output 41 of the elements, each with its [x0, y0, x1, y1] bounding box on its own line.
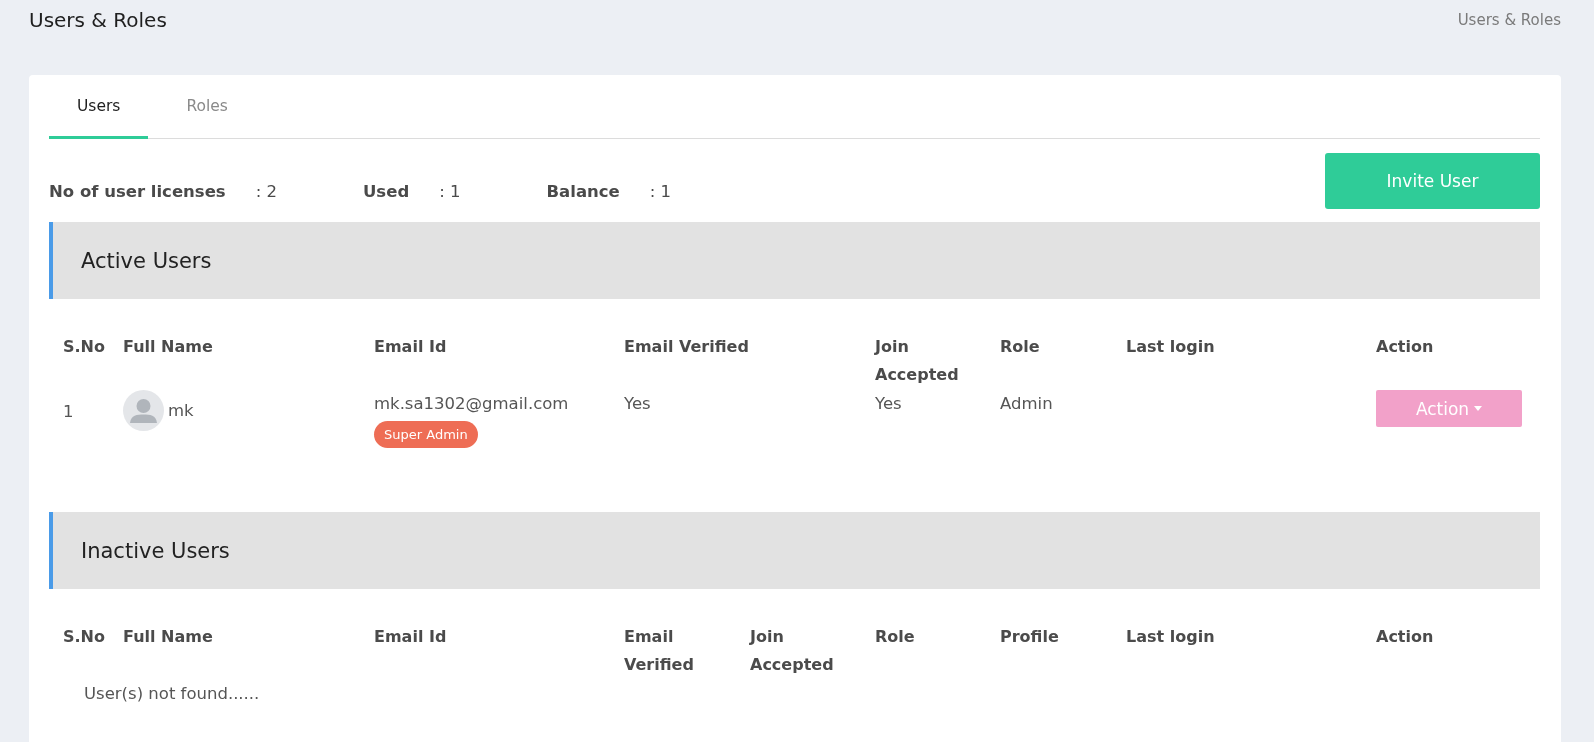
empty-message: User(s) not found...... [84, 684, 260, 703]
column-header: Last login [1125, 336, 1216, 358]
avatar-icon [123, 390, 164, 431]
tab[interactable]: Roles [158, 75, 256, 139]
table-cell-text: Yes [623, 393, 652, 415]
tab[interactable]: Users [49, 75, 149, 139]
column-header: Action [1375, 336, 1435, 358]
section-title: Active Users [81, 248, 212, 273]
table-cell-text: Yes [874, 393, 903, 415]
page-title: Users & Roles [29, 8, 167, 32]
column-header: Last login [1125, 626, 1216, 648]
license-label: Balance [546, 181, 620, 203]
column-header: Full Name [122, 626, 214, 648]
table-cell-text: 1 [62, 401, 75, 423]
column-header: Action [1375, 626, 1435, 648]
role-badge: Super Admin [374, 421, 478, 448]
column-header: Join Accepted [873, 336, 960, 386]
column-header: Email Id [373, 336, 448, 358]
breadcrumb[interactable]: Users & Roles [1457, 11, 1561, 29]
column-header: S.No [62, 626, 106, 648]
license-value: : 1 [439, 181, 461, 203]
column-header: Role [999, 336, 1041, 358]
table-cell-text: Admin [999, 393, 1054, 415]
license-label: Used [362, 181, 410, 203]
column-header: Full Name [122, 336, 214, 358]
column-header: Email Verified [623, 336, 750, 358]
license-label: No of user licenses [49, 181, 226, 203]
column-header: Email Verified [623, 626, 695, 676]
license-value: : 1 [649, 181, 672, 203]
column-header: S.No [62, 336, 106, 358]
invite-user-button[interactable]: Invite User [1325, 153, 1540, 209]
action-button[interactable]: Action [1376, 390, 1522, 427]
column-header: Email Id [373, 626, 448, 648]
caret-icon [1474, 406, 1483, 411]
license-value: : 2 [255, 181, 277, 203]
section-title: Inactive Users [81, 538, 230, 563]
column-header: Join Accepted [748, 626, 835, 676]
user-name: mk [168, 399, 194, 422]
column-header: Profile [999, 626, 1060, 648]
column-header: Role [874, 626, 916, 648]
email-text: mk.sa1302@gmail.com [374, 393, 570, 415]
